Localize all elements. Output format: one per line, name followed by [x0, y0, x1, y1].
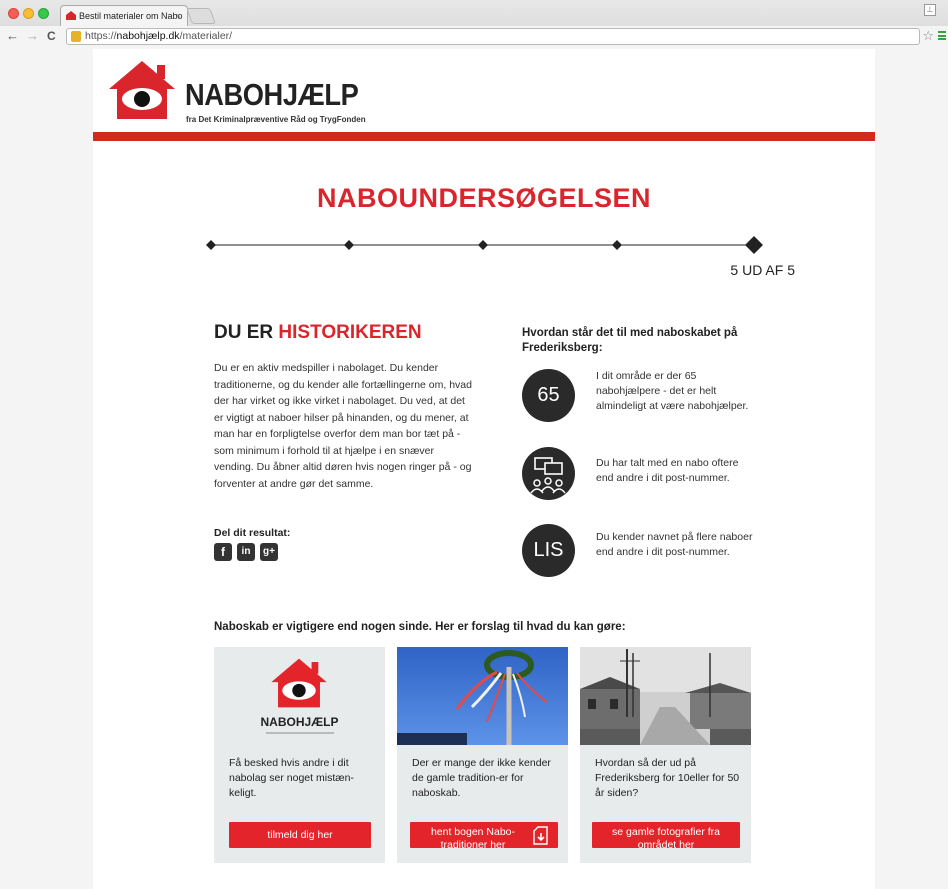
progress-step-2 [344, 240, 354, 250]
card-text: Hvordan så der ud på Frederiksberg for 1… [595, 757, 740, 799]
progress-step-5-current [745, 236, 763, 254]
stat-text-3: Du kender navnet på flere naboer end and… [596, 531, 753, 558]
facebook-icon[interactable]: f [214, 543, 232, 561]
card-image-maypole [397, 647, 568, 745]
stat-circle-name: LIS [522, 524, 575, 577]
stats-title: Hvordan står det til med naboskabet på F… [522, 327, 738, 354]
tip-card-alerts: NABOHJÆLP Få besked hvis andre i dit nab… [214, 647, 385, 863]
progress-step-4 [612, 240, 622, 250]
people-chat-icon [522, 447, 575, 500]
browser-chrome: Bestil materialer om Nabo × ⊥ ← → C http… [0, 0, 948, 48]
close-window-button[interactable] [8, 8, 19, 19]
result-title: DU ER HISTORIKEREN [214, 322, 422, 344]
card-image-old-street [580, 647, 751, 745]
address-bar[interactable]: https://nabohjælp.dk/materialer/ [66, 28, 920, 45]
linkedin-icon[interactable]: in [237, 543, 255, 561]
share-label: Del dit resultat: [214, 527, 291, 539]
bookmark-star-icon[interactable]: ☆ [922, 28, 934, 44]
result-description: Du er en aktiv medspiller i nabolaget. D… [214, 362, 472, 490]
minimize-window-button[interactable] [23, 8, 34, 19]
tips-title: Naboskab er vigtigere end nogen sinde. H… [214, 621, 626, 633]
step-counter: 5 UD AF 5 [730, 262, 795, 278]
download-icon [533, 826, 548, 845]
card-logo-text: NABOHJÆLP [260, 715, 339, 729]
logo-house-icon [271, 658, 327, 708]
forward-button[interactable]: → [26, 28, 39, 44]
header-divider [93, 132, 875, 141]
signup-button[interactable]: tilmeld dig her [229, 822, 371, 848]
progress-step-3 [478, 240, 488, 250]
profile-icon[interactable]: ⊥ [924, 4, 936, 16]
page-title: NABOUNDERSØGELSEN [316, 183, 652, 213]
card-image-logo: NABOHJÆLP [214, 647, 385, 745]
browser-toolbar: ← → C https://nabohjælp.dk/materialer/ ☆ [0, 26, 948, 48]
url-path: /materialer/ [179, 30, 233, 42]
menu-icon[interactable] [938, 31, 946, 40]
back-button[interactable]: ← [6, 28, 19, 44]
card-logo-subline [266, 732, 334, 734]
logo-house-icon[interactable] [107, 59, 177, 121]
reload-button[interactable]: C [47, 28, 56, 44]
tab-close-icon[interactable]: × [176, 6, 181, 26]
url-host: nabohjælp.dk [116, 30, 180, 42]
page-content: NABOHJÆLP fra Det Kriminalpræventive Råd… [93, 49, 875, 889]
tip-card-photos: Hvordan så der ud på Frederiksberg for 1… [580, 647, 751, 863]
card-text: Få besked hvis andre i dit nabolag ser n… [229, 757, 354, 799]
result-title-highlight: HISTORIKEREN [278, 322, 422, 343]
stat-text-2: Du har talt med en nabo oftere end andre… [596, 457, 739, 484]
tab-title: Bestil materialer om Nabo [79, 11, 183, 21]
progress-step-1 [206, 240, 216, 250]
url-scheme: https:// [85, 30, 117, 42]
result-title-prefix: DU ER [214, 322, 279, 343]
download-book-label: hent bogen Nabo-traditioner her [430, 826, 516, 851]
new-tab-button[interactable] [186, 8, 216, 24]
stat-circle-count: 65 [522, 369, 575, 422]
old-photos-button[interactable]: se gamle fotografier fra området her [592, 822, 740, 851]
tip-card-traditions: Der er mange der ikke kender de gamle tr… [397, 647, 568, 863]
tab-bar: Bestil materialer om Nabo × ⊥ [0, 0, 948, 26]
logo-title: NABOHJÆLP [185, 77, 359, 112]
googleplus-icon[interactable]: g+ [260, 543, 278, 561]
lock-icon [71, 31, 81, 42]
download-book-button[interactable]: hent bogen Nabo-traditioner her [410, 822, 558, 851]
stat-text-1: I dit område er der 65 nabohjælpere - de… [596, 370, 749, 412]
zoom-window-button[interactable] [38, 8, 49, 19]
favicon-icon [66, 11, 76, 20]
card-text: Der er mange der ikke kender de gamle tr… [412, 757, 551, 799]
logo-subtitle: fra Det Kriminalpræventive Råd og TrygFo… [186, 115, 366, 124]
progress-track [206, 236, 763, 254]
browser-tab[interactable]: Bestil materialer om Nabo × [60, 5, 188, 26]
